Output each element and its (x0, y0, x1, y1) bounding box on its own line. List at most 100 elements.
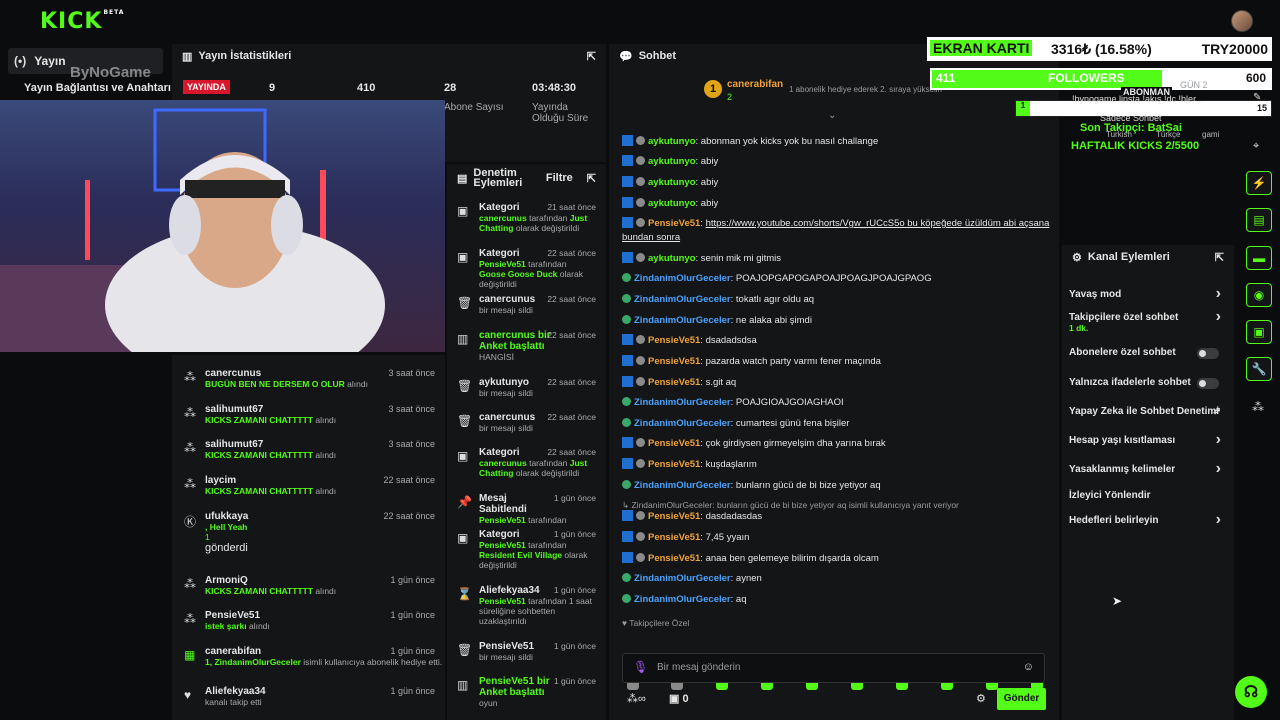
chat-message: ZindanimOlurGeceler: bunların gücü de bi… (622, 479, 1052, 493)
toggle-switch[interactable] (1197, 348, 1219, 359)
chat-username[interactable]: ZindanimOlurGeceler (634, 418, 731, 429)
channel-action-item[interactable]: Abonelere özel sohbet (1069, 347, 1229, 359)
chat-username[interactable]: PensieVe51 (648, 438, 700, 449)
moderation-user[interactable]: PensieVe51 (479, 596, 526, 606)
chat-username[interactable]: ZindanimOlurGeceler (634, 397, 731, 408)
chat-username[interactable]: ZindanimOlurGeceler (634, 315, 731, 326)
chat-text: anaa ben gelemeye bilirim dışarda olcam (705, 553, 879, 564)
live-badge: YAYINDA (183, 80, 230, 94)
moderation-time: 22 saat önce (547, 248, 596, 258)
moderation-time: 22 saat önce (547, 330, 596, 340)
moderation-desc: bir mesajı sildi (479, 652, 594, 662)
points-icon[interactable]: ⁂∞ (627, 692, 646, 705)
share-icon[interactable]: ⁂ (1252, 400, 1264, 414)
moderation-item: 🗑 PensieVe51 1 gün önce bir mesajı sildi (447, 641, 606, 662)
chat-username[interactable]: ZindanimOlurGeceler (634, 294, 731, 305)
chat-text: s.git aq (705, 377, 737, 388)
moderation-user[interactable]: canercunus (479, 213, 527, 223)
top-gifter-name[interactable]: canerabifan (727, 79, 783, 90)
chat-message: PensieVe51: pazarda watch party varmı fe… (622, 355, 1052, 369)
activity-item: ▦ canerabifan 1 gün önce 1, ZindanimOlurGec… (172, 646, 445, 667)
activity-time: 1 gün önce (390, 686, 435, 696)
moderation-action: bir mesajı sildi (479, 423, 533, 433)
mic-icon[interactable]: 🎙 (633, 660, 648, 674)
filter-button[interactable]: Filtre (546, 172, 573, 184)
menu-icon[interactable] (12, 12, 30, 28)
channel-action-item[interactable]: Yapay Zeka ile Sohbet Denetimi ⇗ (1069, 406, 1229, 417)
chat-message: aykutunyo: abiy (622, 176, 1052, 190)
chat-username[interactable]: aykutunyo (648, 156, 696, 167)
chat-username[interactable]: ZindanimOlurGeceler (634, 573, 731, 584)
stream-connection-link[interactable]: Yayın Bağlantısı ve Anahtarı (24, 82, 171, 94)
wrench-icon[interactable]: 🔧 (1246, 357, 1272, 381)
broadcast-icon: (•) (14, 54, 27, 68)
chat-username[interactable]: aykutunyo (648, 136, 696, 147)
chat-username[interactable]: ZindanimOlurGeceler (634, 480, 731, 491)
send-button[interactable]: Gönder (997, 688, 1046, 710)
emoji-icon[interactable]: ☺ (1023, 661, 1034, 673)
points-icon: ⁂ (184, 441, 196, 455)
activity-item: ⁂ salihumut67 3 saat önce KICKS ZAMANI CHAT… (172, 404, 445, 425)
activity-highlight: KICKS ZAMANI CHATTTTT (205, 586, 313, 596)
chat-username[interactable]: PensieVe51 (648, 511, 700, 522)
chat-bubble-icon[interactable]: ▬ (1246, 246, 1272, 270)
avatar[interactable] (1231, 10, 1253, 32)
chat-username[interactable]: PensieVe51 (648, 377, 700, 388)
popout-icon[interactable]: ⇱ (587, 50, 596, 63)
chat-text: tokatlı agır oldu aq (735, 294, 815, 305)
broadcast-icon[interactable]: ◉ (1246, 283, 1272, 307)
chat-text: abiy (700, 177, 719, 188)
edit-icon[interactable]: ✎ (1253, 92, 1261, 103)
chat-username[interactable]: PensieVe51 (648, 335, 700, 346)
chat-input-placeholder: Bir mesaj gönderin (657, 662, 741, 673)
chat-username[interactable]: ZindanimOlurGeceler (634, 594, 731, 605)
channel-action-item[interactable]: Yalnızca ifadelerle sohbet (1069, 377, 1229, 389)
channel-action-item[interactable]: Takipçilere özel sohbet 1 dk. › (1069, 308, 1229, 333)
chat-username[interactable]: PensieVe51 (648, 532, 700, 543)
chat-username[interactable]: ZindanimOlurGeceler (634, 273, 731, 284)
lightning-icon[interactable]: ⚡ (1246, 171, 1272, 195)
user-badge-icon (636, 532, 645, 541)
settings-icon[interactable]: ⚙ (976, 692, 986, 705)
chat-username[interactable]: PensieVe51 (648, 459, 700, 470)
chat-username[interactable]: aykutunyo (648, 177, 696, 188)
chat-username[interactable]: PensieVe51 (648, 218, 700, 229)
channel-action-item[interactable]: Hedefleri belirleyin › (1069, 511, 1229, 528)
target-icon[interactable]: ⌖ (1253, 140, 1259, 153)
moderation-user[interactable]: PensieVe51 (479, 515, 526, 525)
channel-action-item[interactable]: Yavaş mod › (1069, 285, 1229, 302)
chat-message: ZindanimOlurGeceler: aq (622, 593, 1052, 607)
moderation-item: ▣ Kategori 1 gün önce PensieVe51 tarafından… (447, 529, 606, 570)
chat-username[interactable]: PensieVe51 (648, 553, 700, 564)
moderation-user[interactable]: canercunus (479, 458, 527, 468)
user-badge-icon (636, 335, 645, 344)
moderation-user[interactable]: PensieVe51 (479, 540, 526, 550)
toggle-switch[interactable] (1197, 378, 1219, 389)
popout-icon[interactable]: ⇱ (587, 172, 596, 185)
chat-message: aykutunyo: abonman yok kicks yok bu nası… (622, 135, 1052, 149)
support-icon[interactable]: ☊ (1235, 676, 1267, 708)
layout-icon[interactable]: ▣ (1246, 320, 1272, 344)
kick-logo[interactable]: KICKBETA (40, 9, 124, 34)
channel-action-item[interactable]: İzleyici Yönlendir (1069, 490, 1229, 501)
expand-icon[interactable]: ⌄ (828, 110, 836, 121)
activity-suffix: alındı (315, 586, 337, 596)
chat-message: aykutunyo: abiy (622, 155, 1052, 169)
channel-action-item[interactable]: Yasaklanmış kelimeler › (1069, 460, 1229, 477)
chat-text: kuşdaşlarım (705, 459, 757, 470)
chat-input[interactable]: 🎙 Bir mesaj gönderin ☺ (622, 653, 1045, 683)
chat-username[interactable]: aykutunyo (648, 198, 696, 209)
popout-icon[interactable]: ⇱ (1215, 251, 1224, 264)
moderation-user[interactable]: PensieVe51 (479, 259, 526, 269)
moderator-badge-icon (622, 334, 633, 345)
chevron-right-icon: › (1215, 431, 1221, 448)
channel-action-item[interactable]: Hesap yaşı kısıtlaması › (1069, 431, 1229, 448)
activity-desc: 1, ZindanimOlurGeceler isimli kullanıcıy… (205, 657, 445, 667)
chat-username[interactable]: aykutunyo (648, 253, 696, 264)
moderation-time: 21 saat önce (547, 202, 596, 212)
trash-icon: 🗑 (457, 379, 473, 393)
user-badge-icon (622, 594, 631, 603)
clipboard-icon[interactable]: ▤ (1246, 208, 1272, 232)
chat-username[interactable]: PensieVe51 (648, 356, 700, 367)
top-gifter-count: 2 (727, 92, 733, 102)
